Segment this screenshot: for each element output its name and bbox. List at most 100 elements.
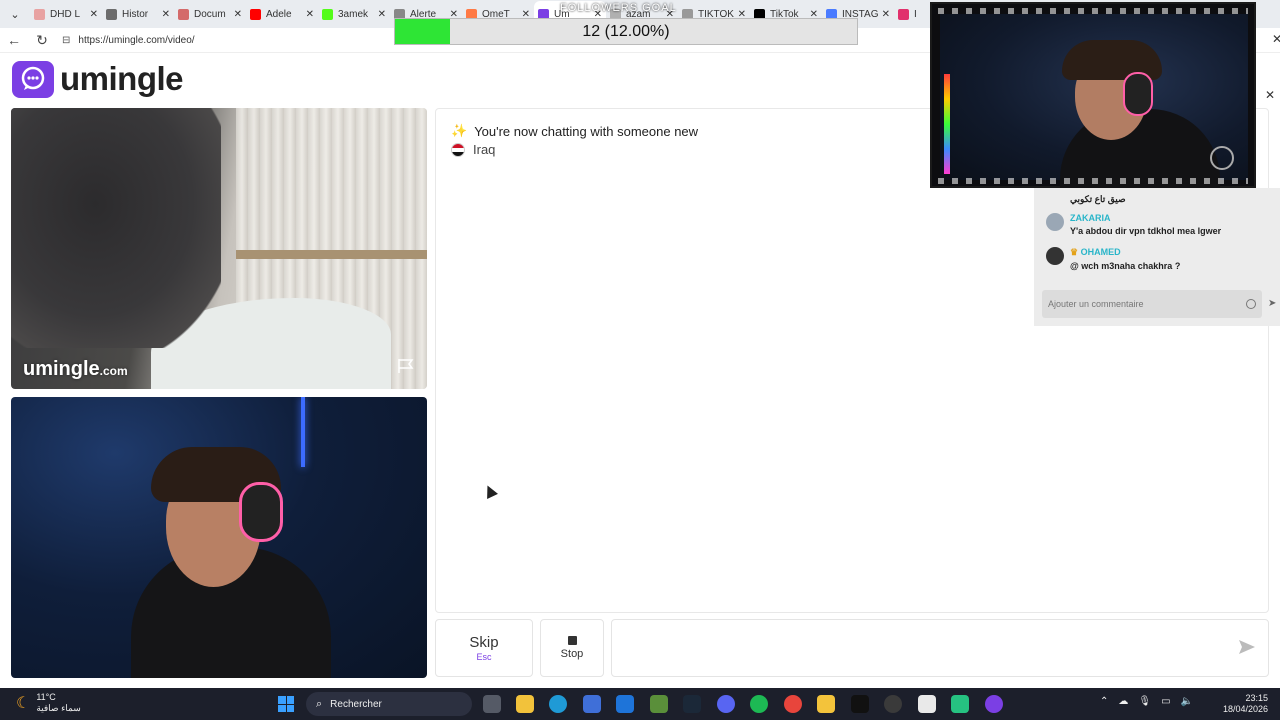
country-text: Iraq — [473, 142, 496, 157]
clock-date: 18/04/2026 — [1222, 704, 1268, 714]
send-comment-icon[interactable]: ➤ — [1268, 298, 1276, 309]
overlay-frame-bottom — [938, 178, 1248, 184]
live-chat-text: @ wch m3naha chakhra ? — [1070, 261, 1181, 271]
search-icon: ⌕ — [316, 697, 323, 710]
back-arrow-icon[interactable]: ← — [0, 28, 28, 52]
chevron-up-icon[interactable]: ⌃ — [1100, 696, 1108, 707]
taskbar-search-label: Rechercher — [330, 698, 382, 710]
weather-text: سماء صافية — [36, 703, 81, 713]
watermark-suffix: .com — [99, 364, 128, 378]
live-chat-text: صيق تاع تكوبي — [1070, 194, 1126, 204]
tab-close-icon[interactable]: ✕ — [90, 9, 98, 20]
message-input[interactable] — [611, 619, 1269, 677]
app-icon[interactable] — [918, 695, 936, 713]
tab-favicon-icon — [322, 8, 333, 20]
tab-close-icon[interactable]: ✕ — [882, 9, 890, 20]
system-message: ✨ You're now chatting with someone new — [451, 123, 698, 139]
skip-label: Skip — [469, 634, 499, 651]
tab-label: DHD L — [50, 8, 81, 20]
comment-input[interactable]: Ajouter un commentaire — [1042, 290, 1262, 318]
avatar — [1046, 247, 1064, 265]
task-view-icon[interactable] — [483, 695, 501, 713]
volume-icon[interactable]: 🔈 — [1181, 696, 1193, 707]
close-icon[interactable]: ✕ — [1272, 32, 1280, 46]
video-background-stripe — [236, 250, 427, 259]
browser-tab[interactable]: 3amek ✕ — [318, 1, 390, 27]
goal-label: FOLLOWERS GOAL — [560, 2, 677, 14]
tiktok-icon[interactable] — [851, 695, 869, 713]
cloud-icon[interactable]: ☁ — [1118, 696, 1128, 707]
browser-tab[interactable]: Histor ✕ — [102, 1, 174, 27]
sparkles-icon: ✨ — [451, 123, 468, 138]
tab-close-icon[interactable]: ✕ — [306, 9, 314, 20]
clock-time: 23:15 — [1245, 693, 1268, 703]
app-icon[interactable] — [951, 695, 969, 713]
mail-icon[interactable] — [616, 695, 634, 713]
followers-goal-bar: 12 (12.00%) — [394, 18, 858, 45]
rgb-light — [944, 74, 950, 174]
umingle-logo[interactable]: umingle — [12, 60, 184, 98]
led-strip — [301, 397, 305, 467]
browser-tab[interactable]: Adele ✕ — [246, 1, 318, 27]
store-icon[interactable] — [583, 695, 601, 713]
stop-button[interactable]: Stop — [540, 619, 604, 677]
live-chat-username: ZAKARIA — [1070, 213, 1111, 223]
watermark-main: umingle — [23, 358, 100, 380]
url-text: https://umingle.com/video/ — [78, 34, 195, 46]
send-icon[interactable] — [1238, 639, 1258, 659]
skip-button[interactable]: Skip Esc — [435, 619, 533, 677]
file-explorer-icon[interactable] — [516, 695, 534, 713]
close-panel-icon[interactable]: ✕ — [1265, 88, 1275, 102]
browser-tab[interactable]: Docum ✕ — [174, 1, 246, 27]
tab-list-chevron-icon[interactable]: ⌄ — [0, 0, 30, 28]
taskbar-search[interactable]: ⌕ Rechercher — [306, 692, 472, 716]
temperature: 11°C — [36, 692, 56, 702]
spotify-icon[interactable] — [750, 695, 768, 713]
iraq-flag-icon — [451, 142, 465, 157]
discord-icon[interactable] — [717, 695, 735, 713]
chrome-icon[interactable] — [784, 695, 802, 713]
tab-favicon-icon — [898, 8, 909, 20]
channel-badge-icon — [1210, 146, 1234, 170]
site-name: umingle — [60, 60, 184, 97]
url-field[interactable]: ⊟ https://umingle.com/video/ — [62, 30, 402, 50]
app-icon[interactable] — [985, 695, 1003, 713]
steam-icon[interactable] — [683, 695, 701, 713]
windows-taskbar: ☾ 11°C سماء صافية ⌕ Rechercher ⌃ ☁ 🎙 ▭ 🔈… — [0, 688, 1280, 720]
tab-label: Histor — [122, 8, 149, 20]
obs-icon[interactable] — [884, 695, 902, 713]
live-chat-username: ♛ OHAMED — [1070, 247, 1180, 258]
live-chat-overlay: صيق تاع تكوبي ZAKARIA Y'a abdou dir vpn … — [1034, 188, 1280, 326]
stop-icon — [567, 636, 577, 645]
system-tray: ⌃ ☁ 🎙 ▭ 🔈 — [1100, 696, 1193, 707]
streamer-webcam-overlay — [930, 2, 1256, 190]
tab-label: Docum — [194, 8, 226, 20]
edge-icon[interactable] — [549, 695, 567, 713]
reload-icon[interactable]: ↻ — [28, 28, 56, 52]
report-flag-icon[interactable] — [397, 358, 415, 379]
skip-shortcut-hint: Esc — [476, 652, 492, 662]
windows-start-icon[interactable] — [278, 696, 294, 712]
site-info-icon[interactable]: ⊟ — [62, 35, 70, 46]
microphone-icon[interactable]: 🎙 — [1138, 696, 1151, 707]
tab-close-icon[interactable]: ✕ — [162, 9, 170, 20]
system-clock[interactable]: 23:15 18/04/2026 — [1223, 693, 1268, 715]
tab-close-icon[interactable]: ✕ — [378, 9, 386, 20]
minecraft-icon[interactable] — [650, 695, 668, 713]
tab-favicon-icon — [106, 8, 117, 20]
umingle-watermark: umingle.com — [23, 358, 128, 381]
emoji-icon[interactable] — [1246, 299, 1256, 309]
tab-favicon-icon — [34, 8, 45, 20]
browser-tab[interactable]: DHD L ✕ — [30, 1, 102, 27]
live-chat-message: ZAKARIA Y'a abdou dir vpn tdkhol mea lgw… — [1046, 213, 1221, 236]
moon-icon: ☾ — [16, 695, 31, 712]
tab-close-icon[interactable]: ✕ — [234, 9, 242, 20]
weather-widget[interactable]: ☾ 11°C سماء صافية — [16, 692, 81, 714]
app-icon[interactable] — [817, 695, 835, 713]
network-icon[interactable]: ▭ — [1161, 696, 1170, 707]
tab-label: Adele — [266, 8, 292, 20]
live-chat-message: صيق تاع تكوبي — [1070, 191, 1126, 205]
self-video — [11, 397, 427, 678]
streamer-headset — [1123, 72, 1153, 116]
live-chat-message: ♛ OHAMED @ wch m3naha chakhra ? — [1046, 247, 1180, 271]
